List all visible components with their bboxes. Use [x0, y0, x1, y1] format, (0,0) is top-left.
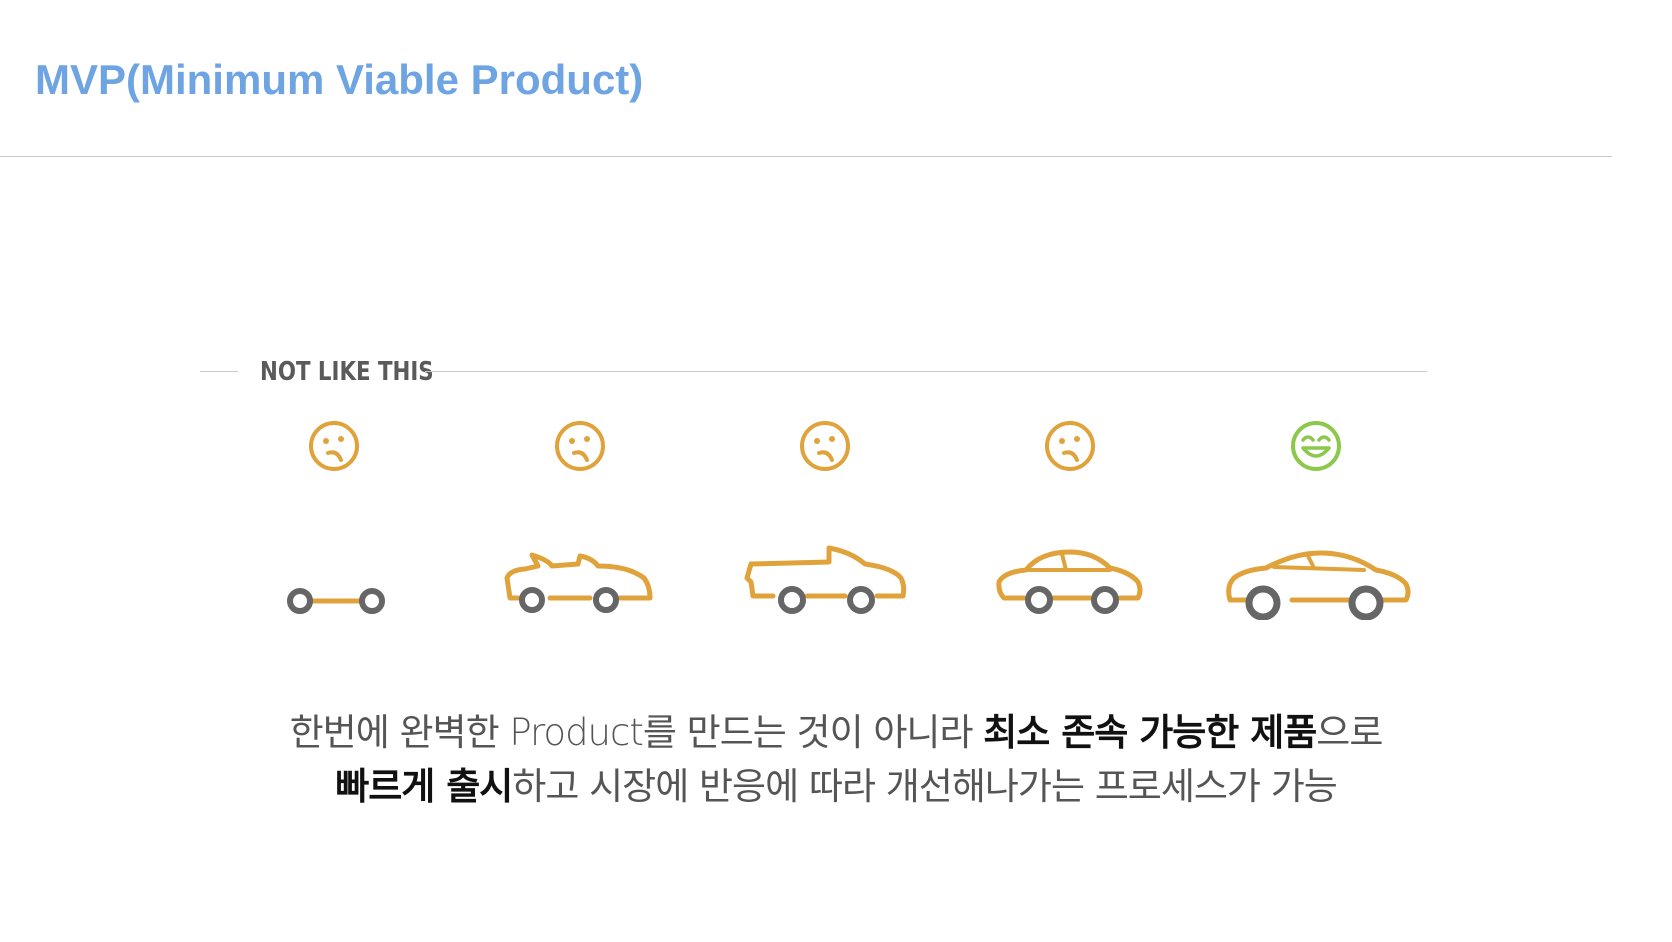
sad-face-icon: [309, 421, 359, 471]
slide-title: MVP(Minimum Viable Product): [35, 56, 644, 103]
section-label: NOT LIKE THIS: [260, 357, 434, 387]
happy-face-icon: [1291, 421, 1341, 471]
caption-line2-emphasis: 빠르게 출시: [335, 765, 513, 808]
sad-face-icon: [800, 421, 850, 471]
pickup-convertible-icon: [744, 545, 907, 614]
skateboard-axle-icon: [287, 588, 385, 614]
caption-line1-emphasis: 최소 존속 가능한 제품: [983, 711, 1317, 754]
stage-5: [1216, 420, 1416, 630]
caption: 한번에 완벽한 Product를 만드는 것이 아니라 최소 존속 가능한 제품…: [0, 706, 1672, 814]
sedan-car-icon: [1226, 550, 1411, 620]
sad-face-icon: [1045, 421, 1095, 471]
caption-line2-text: 하고 시장에 반응에 따라 개선해나가는 프로세스가 가능: [512, 765, 1337, 808]
section-rule-right: [425, 371, 1427, 372]
caption-line-1: 한번에 완벽한 Product를 만드는 것이 아니라 최소 존속 가능한 제품…: [0, 706, 1672, 760]
stage-3: [725, 420, 925, 630]
stage-4: [970, 420, 1170, 630]
stage-2: [480, 420, 680, 630]
stage-1: [234, 420, 434, 630]
compact-car-icon: [996, 549, 1143, 614]
caption-line-2: 빠르게 출시하고 시장에 반응에 따라 개선해나가는 프로세스가 가능: [0, 760, 1672, 814]
sad-face-icon: [555, 421, 605, 471]
title-divider: [0, 156, 1612, 157]
caption-line1-tail: 으로: [1316, 711, 1383, 754]
caption-line1-text: 한번에 완벽한 Product를 만드는 것이 아니라: [289, 711, 984, 754]
convertible-frame-icon: [504, 552, 653, 613]
section-rule-left: [200, 371, 238, 372]
